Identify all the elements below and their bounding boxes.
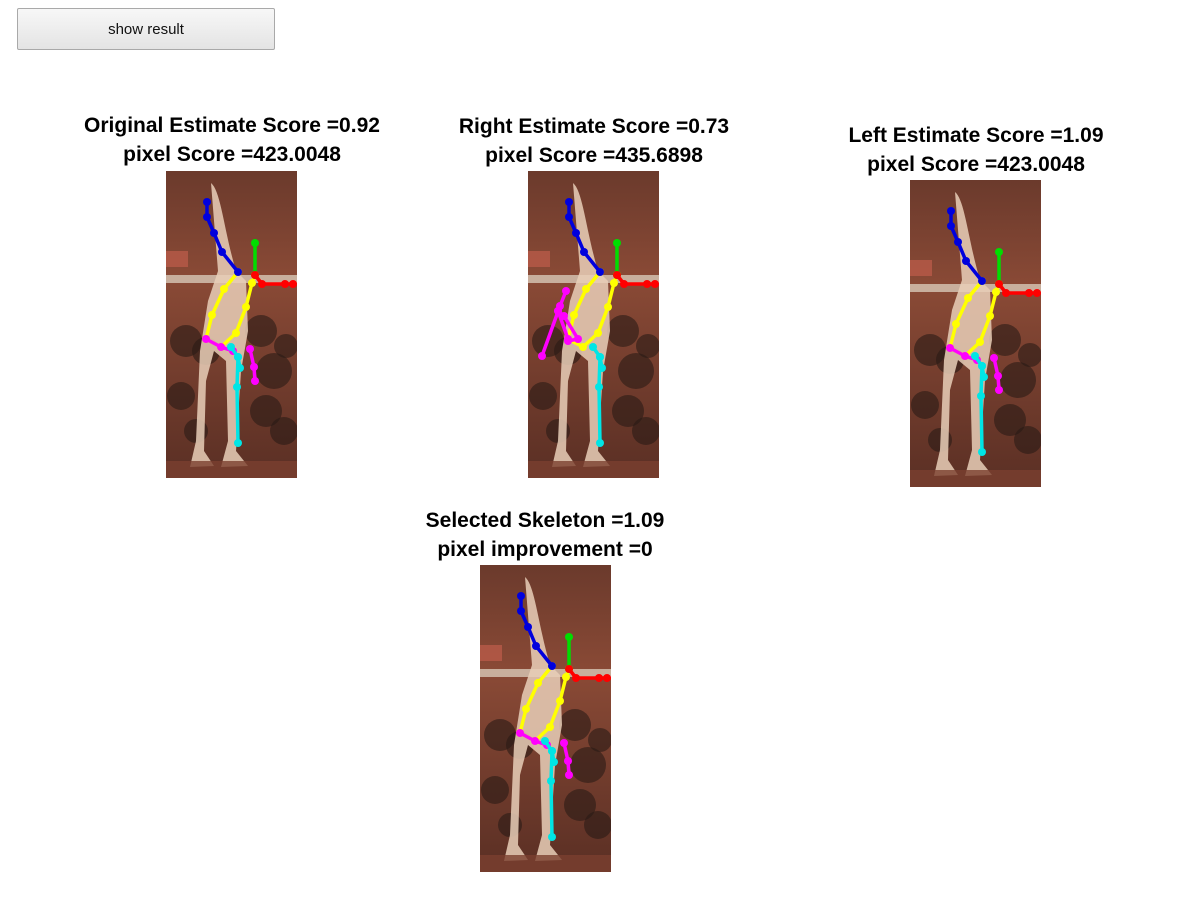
pixel-improvement: pixel improvement =0 bbox=[437, 538, 653, 561]
right-estimate-title: Right Estimate Score =0.73 pixel Score =… bbox=[384, 112, 804, 170]
selected-skeleton-title: Selected Skeleton =1.09 pixel improvemen… bbox=[335, 506, 755, 564]
left-pixel-score: pixel Score =423.0048 bbox=[867, 153, 1085, 176]
right-pixel-score: pixel Score =435.6898 bbox=[485, 144, 703, 167]
show-result-button[interactable]: show result bbox=[17, 8, 275, 50]
selected-skeleton-score: Selected Skeleton =1.09 bbox=[425, 509, 665, 532]
right-estimate-image bbox=[528, 171, 659, 478]
left-estimate-image bbox=[910, 180, 1041, 487]
original-estimate-score: Original Estimate Score =0.92 bbox=[84, 114, 380, 137]
original-pixel-score: pixel Score =423.0048 bbox=[123, 143, 341, 166]
original-estimate-image bbox=[166, 171, 297, 478]
original-estimate-title: Original Estimate Score =0.92 pixel Scor… bbox=[22, 111, 442, 169]
left-estimate-score: Left Estimate Score =1.09 bbox=[848, 124, 1104, 147]
left-estimate-title: Left Estimate Score =1.09 pixel Score =4… bbox=[766, 121, 1186, 179]
selected-skeleton-image bbox=[480, 565, 611, 872]
right-estimate-score: Right Estimate Score =0.73 bbox=[458, 115, 730, 138]
